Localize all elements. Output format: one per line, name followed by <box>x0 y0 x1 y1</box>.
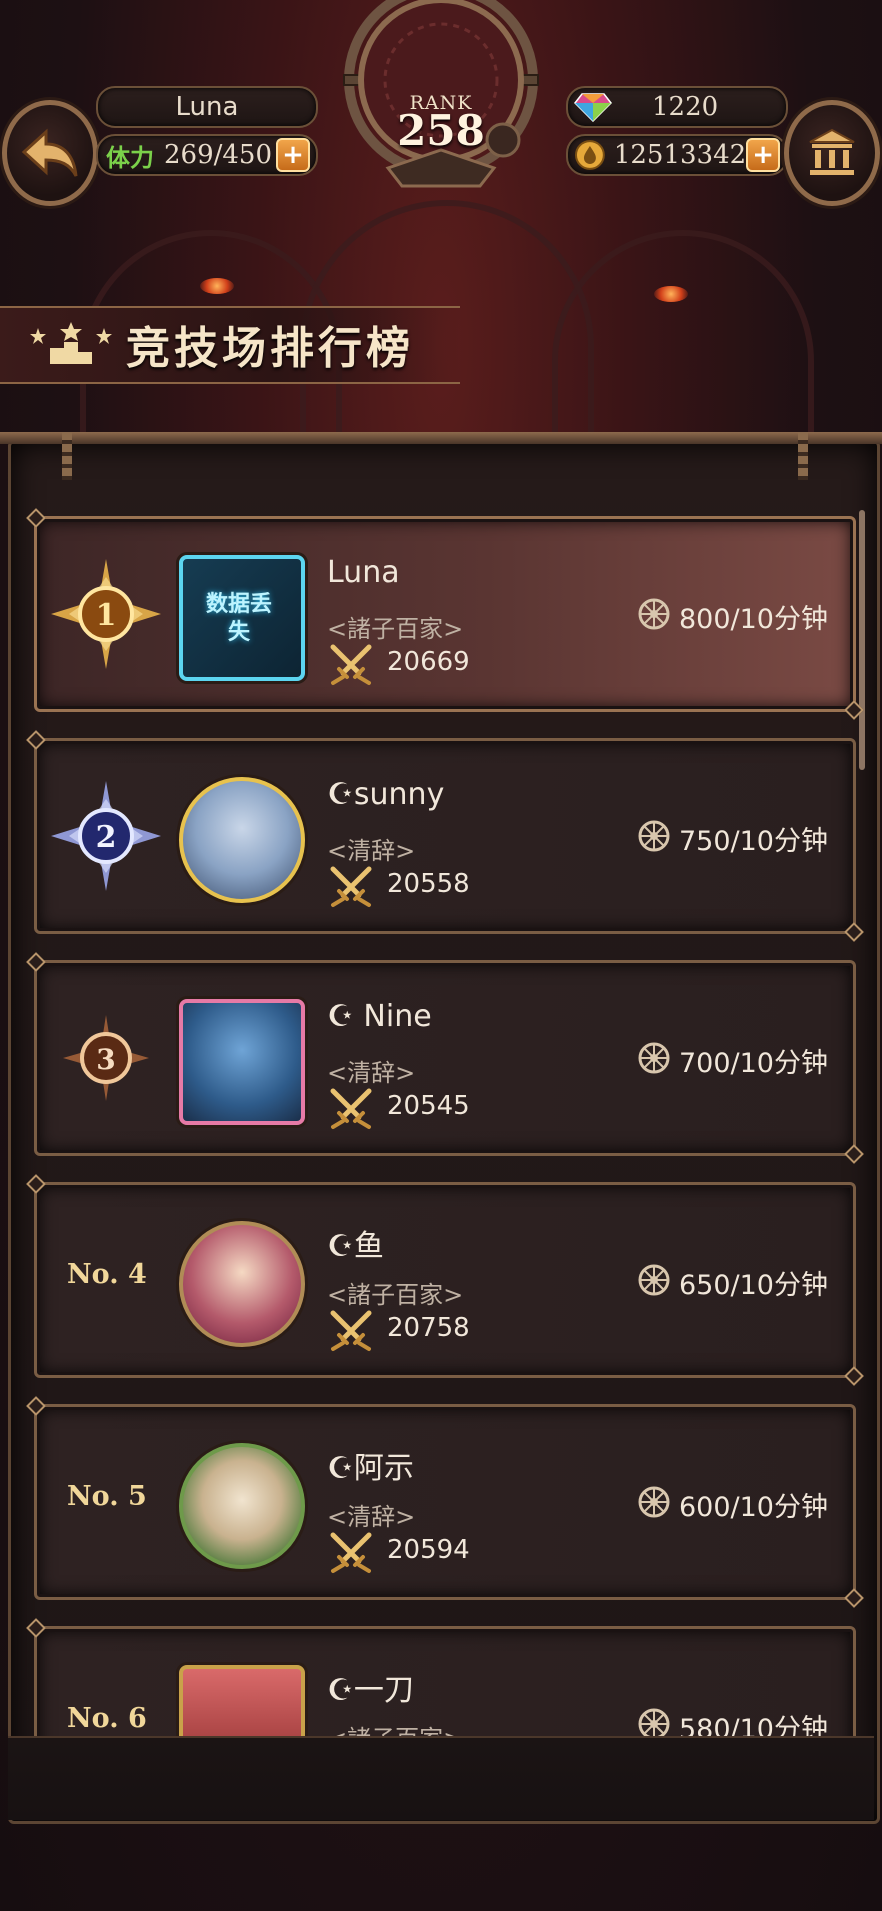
combat-power: 20669 <box>387 647 470 677</box>
add-stamina-button[interactable]: + <box>276 138 310 172</box>
guild-name: <清辞> <box>327 1503 416 1531</box>
torch-right <box>654 286 688 302</box>
coin-plate: 12513342 + <box>566 134 788 176</box>
combat-power: 20545 <box>387 1091 470 1121</box>
combat-power: 20558 <box>387 869 470 899</box>
reward-rate: 650/10分钟 <box>679 1270 828 1301</box>
chain-left <box>62 432 72 480</box>
rank-number: 1 <box>96 598 117 633</box>
avatar-frame <box>169 989 309 1129</box>
combat-power: 20594 <box>387 1535 470 1565</box>
leaderboard-scrollbar[interactable] <box>859 510 865 770</box>
player-name: ☪sunny <box>327 777 445 812</box>
gem-plate: 1220 <box>566 86 788 128</box>
silver-medal-icon: 2 <box>51 781 161 891</box>
reward-rate: 600/10分钟 <box>679 1492 828 1523</box>
missing-data-badge: 数据丢失 <box>205 592 272 645</box>
reward-rate: 750/10分钟 <box>679 826 828 857</box>
avatar-frame <box>169 1655 309 1736</box>
rank-number: No. 4 <box>67 1259 147 1290</box>
vault-button[interactable] <box>784 100 880 206</box>
avatar[interactable] <box>179 1665 305 1736</box>
reward-rate: 800/10分钟 <box>679 604 828 635</box>
avatar[interactable] <box>179 999 305 1125</box>
wheel-coin-icon <box>638 1486 670 1518</box>
guild-name: <清辞> <box>327 1059 416 1087</box>
coin-count: 12513342 <box>613 140 747 170</box>
reward-rate: 700/10分钟 <box>679 1048 828 1079</box>
panel-top-rail <box>0 432 882 444</box>
panel-footer <box>8 1736 874 1820</box>
podium-stars-icon <box>30 322 112 364</box>
avatar-frame <box>169 1211 309 1351</box>
avatar-frame: 数据丢失 <box>169 545 309 685</box>
guild-name: <諸子百家> <box>327 1719 463 1736</box>
list-clip: No. 6 ☪一刀 <諸子百家> 580/10分钟 <box>0 1600 882 1736</box>
player-name-plate: Luna <box>96 86 318 128</box>
avatar[interactable] <box>179 1221 305 1347</box>
combat-power: 20758 <box>387 1313 470 1343</box>
wheel-coin-icon <box>638 598 670 630</box>
leaderboard-row-1[interactable]: 1 数据丢失 Luna <諸子百家> 20669 800/10分钟 <box>34 516 856 712</box>
rank-number: 2 <box>96 820 117 855</box>
stamina-label: 体力 <box>106 143 154 172</box>
leaderboard-row-2[interactable]: 2 ☪sunny <清辞> 20558 750/10分钟 <box>34 738 856 934</box>
avatar-frame <box>169 767 309 907</box>
player-name: ☪鱼 <box>327 1229 384 1264</box>
wheel-coin-icon <box>638 1042 670 1074</box>
crossed-swords-icon <box>330 1532 372 1573</box>
guild-name: <清辞> <box>327 837 416 865</box>
rank-number: No. 6 <box>67 1703 147 1734</box>
player-name: ☪阿示 <box>327 1451 414 1486</box>
stamina-plate: 体力 269/450 + <box>96 134 318 176</box>
rank-number: 3 <box>96 1043 115 1076</box>
bronze-medal-icon: 3 <box>63 1015 149 1101</box>
player-name: ☪一刀 <box>327 1673 414 1708</box>
leaderboard-row-6[interactable]: No. 6 ☪一刀 <諸子百家> 580/10分钟 <box>34 1626 856 1736</box>
leaderboard-row-3[interactable]: 3 ☪ Nine <清辞> 20545 700/10分钟 <box>34 960 856 1156</box>
rank-number: No. 5 <box>67 1481 147 1512</box>
crossed-swords-icon <box>330 866 372 907</box>
avatar-frame <box>169 1433 309 1573</box>
coin-icon <box>574 140 605 170</box>
crossed-swords-icon <box>330 1310 372 1351</box>
wheel-coin-icon <box>638 1708 670 1736</box>
top-bar: Luna 体力 269/450 + RANK 258 1220 12513342… <box>0 0 882 230</box>
bank-icon <box>809 128 855 175</box>
avatar[interactable] <box>179 777 305 903</box>
leaderboard-row-4[interactable]: No. 4 ☪鱼 <諸子百家> 20758 650/10分钟 <box>34 1182 856 1378</box>
wheel-coin-icon <box>638 1264 670 1296</box>
reward-rate: 580/10分钟 <box>679 1714 828 1736</box>
avatar[interactable] <box>179 1443 305 1569</box>
leaderboard-row-5[interactable]: No. 5 ☪阿示 <清辞> 20594 600/10分钟 <box>34 1404 856 1600</box>
chain-right <box>798 432 808 480</box>
player-name: ☪ Nine <box>327 999 432 1034</box>
player-name: Luna <box>175 92 239 122</box>
player-name: Luna <box>327 555 400 590</box>
back-button[interactable] <box>2 100 98 206</box>
stamina-value: 269/450 <box>164 140 273 170</box>
page-title: 竞技场排行榜 <box>126 323 414 374</box>
guild-name: <諸子百家> <box>327 1281 464 1309</box>
crossed-swords-icon <box>330 1088 372 1129</box>
crossed-swords-icon <box>330 644 372 685</box>
add-coins-button[interactable]: + <box>746 138 780 172</box>
diamond-icon <box>574 93 612 122</box>
gem-count: 1220 <box>652 92 719 122</box>
guild-name: <諸子百家> <box>327 615 464 643</box>
wheel-coin-icon <box>638 820 670 852</box>
rank-emblem: RANK 258 <box>328 0 554 190</box>
gold-medal-icon: 1 <box>51 559 161 669</box>
back-arrow-icon <box>21 128 78 177</box>
rank-value: 258 <box>397 106 485 155</box>
torch-left <box>200 278 234 294</box>
